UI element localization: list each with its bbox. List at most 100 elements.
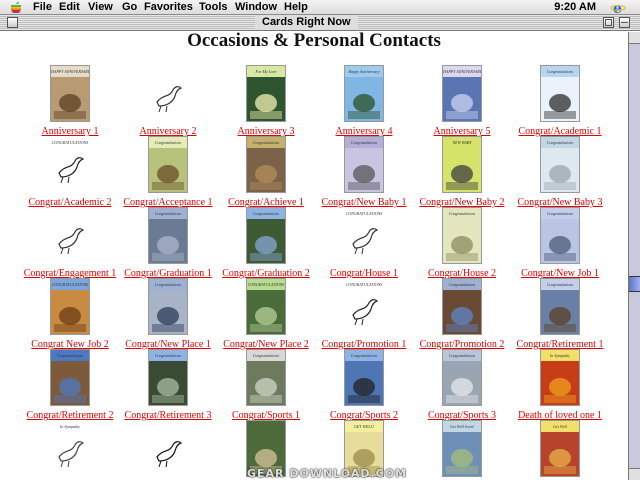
greeting-card[interactable]: CONGRATULATIONS Congrat/House 1 [314, 207, 414, 279]
card-picture-icon [544, 292, 576, 332]
card-thumbnail[interactable]: Congratulations [540, 278, 580, 335]
greeting-card[interactable]: CONGRATULATIONS Congrat/Academic 2 [20, 136, 120, 208]
card-thumbnail[interactable]: NEW BABY [442, 136, 482, 193]
card-picture-icon [446, 79, 478, 119]
scroll-down-arrow-icon[interactable] [629, 468, 640, 480]
greeting-card[interactable]: Congratulations Congrat/New Job 1 [510, 207, 610, 279]
greeting-card[interactable]: Congratulations Congrat/Sports 3 [412, 349, 512, 421]
card-thumbnail[interactable] [148, 420, 188, 477]
greeting-card[interactable]: Congratulations Congrat/Retirement 1 [510, 278, 610, 350]
card-thumbnail[interactable]: For My Love [246, 65, 286, 122]
card-thumbnail[interactable]: CONGRATULATIONS [50, 136, 90, 193]
menu-window[interactable]: Window [235, 1, 277, 13]
greeting-card[interactable] [118, 420, 218, 480]
card-thumbnail[interactable]: Congratulations [442, 349, 482, 406]
card-thumbnail[interactable]: Congratulations [246, 207, 286, 264]
greeting-card[interactable]: For My Love Anniversary 3 [216, 65, 316, 137]
greeting-card[interactable]: Congratulations Congrat/Achieve 1 [216, 136, 316, 208]
scrollbar-thumb[interactable] [629, 276, 640, 292]
card-banner: Congratulations [51, 350, 89, 361]
menu-view[interactable]: View [88, 1, 113, 13]
card-thumbnail[interactable]: HAPPY ANNIVERSARY [442, 65, 482, 122]
card-thumbnail[interactable]: Congratulations [344, 349, 384, 406]
greeting-card[interactable]: Congrat/Engagement 1 [20, 207, 120, 279]
card-thumbnail[interactable]: Congratulations [246, 349, 286, 406]
card-banner: Congratulations [345, 350, 383, 361]
card-thumbnail[interactable]: CONGRATULATIONS [344, 278, 384, 335]
card-thumbnail[interactable]: Congratulations [540, 136, 580, 193]
greeting-card[interactable]: Congratulations Congrat/Acceptance 1 [118, 136, 218, 208]
greeting-card[interactable]: Congratulations Congrat/Graduation 1 [118, 207, 218, 279]
greeting-card[interactable]: Congratulations Congrat/Sports 2 [314, 349, 414, 421]
card-thumbnail[interactable]: Congratulations [148, 207, 188, 264]
vertical-scrollbar[interactable] [628, 32, 640, 480]
greeting-card[interactable]: Congratulations Congrat/Promotion 2 [412, 278, 512, 350]
greeting-card[interactable]: Congratulations Congrat/New Baby 3 [510, 136, 610, 208]
menu-favorites[interactable]: Favorites [144, 1, 193, 13]
card-banner: Get Well Soon! [443, 421, 481, 432]
card-thumbnail[interactable]: Congratulations [148, 136, 188, 193]
card-picture-icon [54, 363, 86, 403]
greeting-card[interactable]: In Sympathy [20, 420, 120, 480]
apple-menu-icon[interactable] [10, 1, 22, 13]
card-thumbnail[interactable]: Congratulations [540, 207, 580, 264]
card-thumbnail[interactable]: Happy Anniversary [344, 65, 384, 122]
close-box-icon[interactable] [7, 17, 18, 28]
card-thumbnail[interactable]: In Sympathy [50, 420, 90, 477]
card-thumbnail[interactable]: Congratulations [344, 136, 384, 193]
card-thumbnail[interactable] [50, 207, 90, 264]
card-thumbnail[interactable]: Congratulations [442, 278, 482, 335]
card-thumbnail[interactable]: Get Well [540, 420, 580, 477]
greeting-card[interactable]: Congratulations Congrat/New Place 1 [118, 278, 218, 350]
greeting-card[interactable]: NEW BABY Congrat/New Baby 2 [412, 136, 512, 208]
card-picture-icon [156, 86, 183, 113]
scroll-up-arrow-icon[interactable] [629, 32, 640, 44]
greeting-card[interactable]: Anniversary 2 [118, 65, 218, 137]
greeting-card[interactable]: Congratulations Congrat/New Baby 1 [314, 136, 414, 208]
card-banner: Happy Anniversary [345, 66, 383, 77]
greeting-card[interactable]: HAPPY ANNIVERSARY Anniversary 5 [412, 65, 512, 137]
card-banner: Congratulations [149, 350, 187, 361]
card-thumbnail[interactable]: CONGRATULATIONS [344, 207, 384, 264]
greeting-card[interactable]: HAPPY ANNIVERSARY Anniversary 1 [20, 65, 120, 137]
greeting-card[interactable]: Congratulations Congrat/Sports 1 [216, 349, 316, 421]
zoom-box-icon[interactable] [603, 17, 614, 28]
card-banner: Congratulations [149, 137, 187, 148]
collapse-box-icon[interactable] [619, 17, 630, 28]
card-thumbnail[interactable]: Congratulations [540, 65, 580, 122]
greeting-card[interactable]: Congratulations Congrat/Graduation 2 [216, 207, 316, 279]
internet-explorer-icon[interactable]: e [610, 1, 630, 14]
greeting-card[interactable]: Congratulations Congrat/Retirement 2 [20, 349, 120, 421]
card-banner: HAPPY ANNIVERSARY [443, 66, 481, 77]
greeting-card[interactable]: In Sympathy Death of loved one 1 [510, 349, 610, 421]
card-thumbnail[interactable]: Congratulations [442, 207, 482, 264]
greeting-card[interactable]: Get Well Soon! [412, 420, 512, 480]
menu-tools[interactable]: Tools [199, 1, 228, 13]
greeting-card[interactable]: Happy Anniversary Anniversary 4 [314, 65, 414, 137]
card-thumbnail[interactable]: Congratulations [148, 349, 188, 406]
card-picture-icon [348, 79, 380, 119]
card-thumbnail[interactable]: In Sympathy [540, 349, 580, 406]
greeting-card[interactable]: Congratulations Congrat/Retirement 3 [118, 349, 218, 421]
window-title-bar[interactable]: Cards Right Now [0, 15, 640, 31]
greeting-card[interactable]: CONGRATULATIONS Congrat/New Place 2 [216, 278, 316, 350]
card-thumbnail[interactable]: Get Well Soon! [442, 420, 482, 477]
greeting-card[interactable]: CONGRATULATIONS Congrat/Promotion 1 [314, 278, 414, 350]
card-thumbnail[interactable]: Congratulations [246, 136, 286, 193]
greeting-card[interactable]: Congratulations Congrat/House 2 [412, 207, 512, 279]
card-thumbnail[interactable]: Congratulations [50, 349, 90, 406]
card-thumbnail[interactable]: Congratulations [148, 278, 188, 335]
greeting-card[interactable]: CONGRATULATIONS Congrat New Job 2 [20, 278, 120, 350]
card-picture-icon [544, 221, 576, 261]
menu-go[interactable]: Go [122, 1, 137, 13]
card-picture-icon [250, 79, 282, 119]
menu-help[interactable]: Help [284, 1, 308, 13]
card-thumbnail[interactable]: CONGRATULATIONS [50, 278, 90, 335]
card-thumbnail[interactable] [148, 65, 188, 122]
card-thumbnail[interactable]: HAPPY ANNIVERSARY [50, 65, 90, 122]
greeting-card[interactable]: Get Well [510, 420, 610, 480]
menu-file[interactable]: File [33, 1, 52, 13]
menu-edit[interactable]: Edit [59, 1, 80, 13]
card-thumbnail[interactable]: CONGRATULATIONS [246, 278, 286, 335]
greeting-card[interactable]: Congratulations Congrat/Academic 1 [510, 65, 610, 137]
